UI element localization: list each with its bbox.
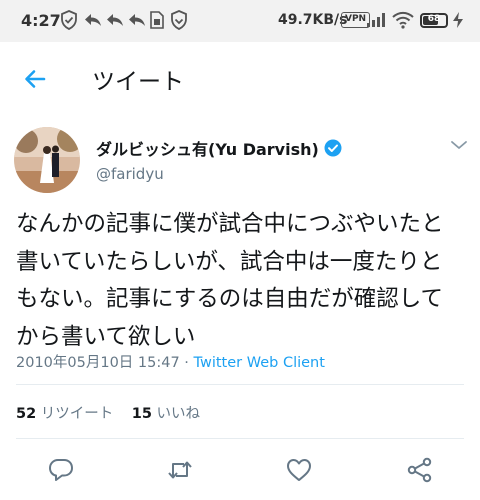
status-time: 4:27 xyxy=(21,11,61,30)
tweet-timestamp: 2010年05月10日 15:47 · xyxy=(16,355,194,371)
reply-button[interactable] xyxy=(47,456,75,484)
network-speed: 49.7KB/s xyxy=(278,12,348,28)
shield-check-icon xyxy=(60,10,78,30)
shield-check-icon xyxy=(170,10,188,30)
app-header: ツイート xyxy=(0,42,480,114)
verified-badge-icon xyxy=(324,139,342,157)
status-bar: 4:27 49.7KB/s VPN 68 xyxy=(0,0,480,42)
retweets-stat[interactable]: 52 リツイート xyxy=(16,406,113,422)
tweet-text-line: 書いていたらしいが、試合中は一度たりと xyxy=(16,248,443,275)
likes-label: いいね xyxy=(156,406,201,422)
avatar[interactable] xyxy=(14,127,80,193)
signal-icon xyxy=(366,10,386,30)
reply-arrow-icon xyxy=(128,10,146,30)
author-display-name: ダルビッシュ有(Yu Darvish) xyxy=(96,140,319,159)
charging-bolt-icon xyxy=(452,10,464,30)
tweet-actions xyxy=(0,450,480,490)
page-title: ツイート xyxy=(92,69,184,95)
retweets-label: リツイート xyxy=(40,406,114,422)
likes-count: 15 xyxy=(131,406,152,422)
tweet-stats: 52 リツイート 15 いいね xyxy=(16,402,200,423)
retweet-button[interactable] xyxy=(166,456,194,484)
retweet-icon xyxy=(168,461,192,479)
wifi-icon xyxy=(392,10,414,30)
tweet-meta: 2010年05月10日 15:47 · Twitter Web Client xyxy=(16,351,325,372)
battery-icon: 68 xyxy=(420,13,448,28)
battery-level: 68 xyxy=(427,14,441,24)
tweet-text-line: なんかの記事に僕が試合中につぶやいたと xyxy=(16,211,444,237)
divider xyxy=(16,384,464,385)
author-name[interactable]: ダルビッシュ有(Yu Darvish) xyxy=(96,136,342,160)
chevron-down-icon xyxy=(451,141,467,149)
tweet-text-line: もない。記事にするのは自由だが確認して xyxy=(16,286,444,312)
share-button[interactable] xyxy=(406,456,434,484)
more-options-button[interactable] xyxy=(448,136,470,154)
heart-icon xyxy=(287,459,311,481)
author-handle[interactable]: @faridyu xyxy=(96,165,164,183)
tweet-text: なんかの記事に僕が試合中につぶやいたと 書いていたらしいが、試合中は一度たりと … xyxy=(16,206,466,356)
tweet-client-link[interactable]: Twitter Web Client xyxy=(194,355,325,371)
sim-card-icon xyxy=(150,10,164,30)
likes-stat[interactable]: 15 いいね xyxy=(132,406,200,422)
comment-icon xyxy=(49,459,73,481)
back-button[interactable] xyxy=(18,62,52,96)
share-icon xyxy=(407,457,432,483)
divider xyxy=(16,438,464,439)
arrow-left-icon xyxy=(25,70,46,88)
reply-arrow-icon xyxy=(106,10,124,30)
reply-arrow-icon xyxy=(84,10,102,30)
retweets-count: 52 xyxy=(16,406,37,422)
like-button[interactable] xyxy=(285,456,313,484)
